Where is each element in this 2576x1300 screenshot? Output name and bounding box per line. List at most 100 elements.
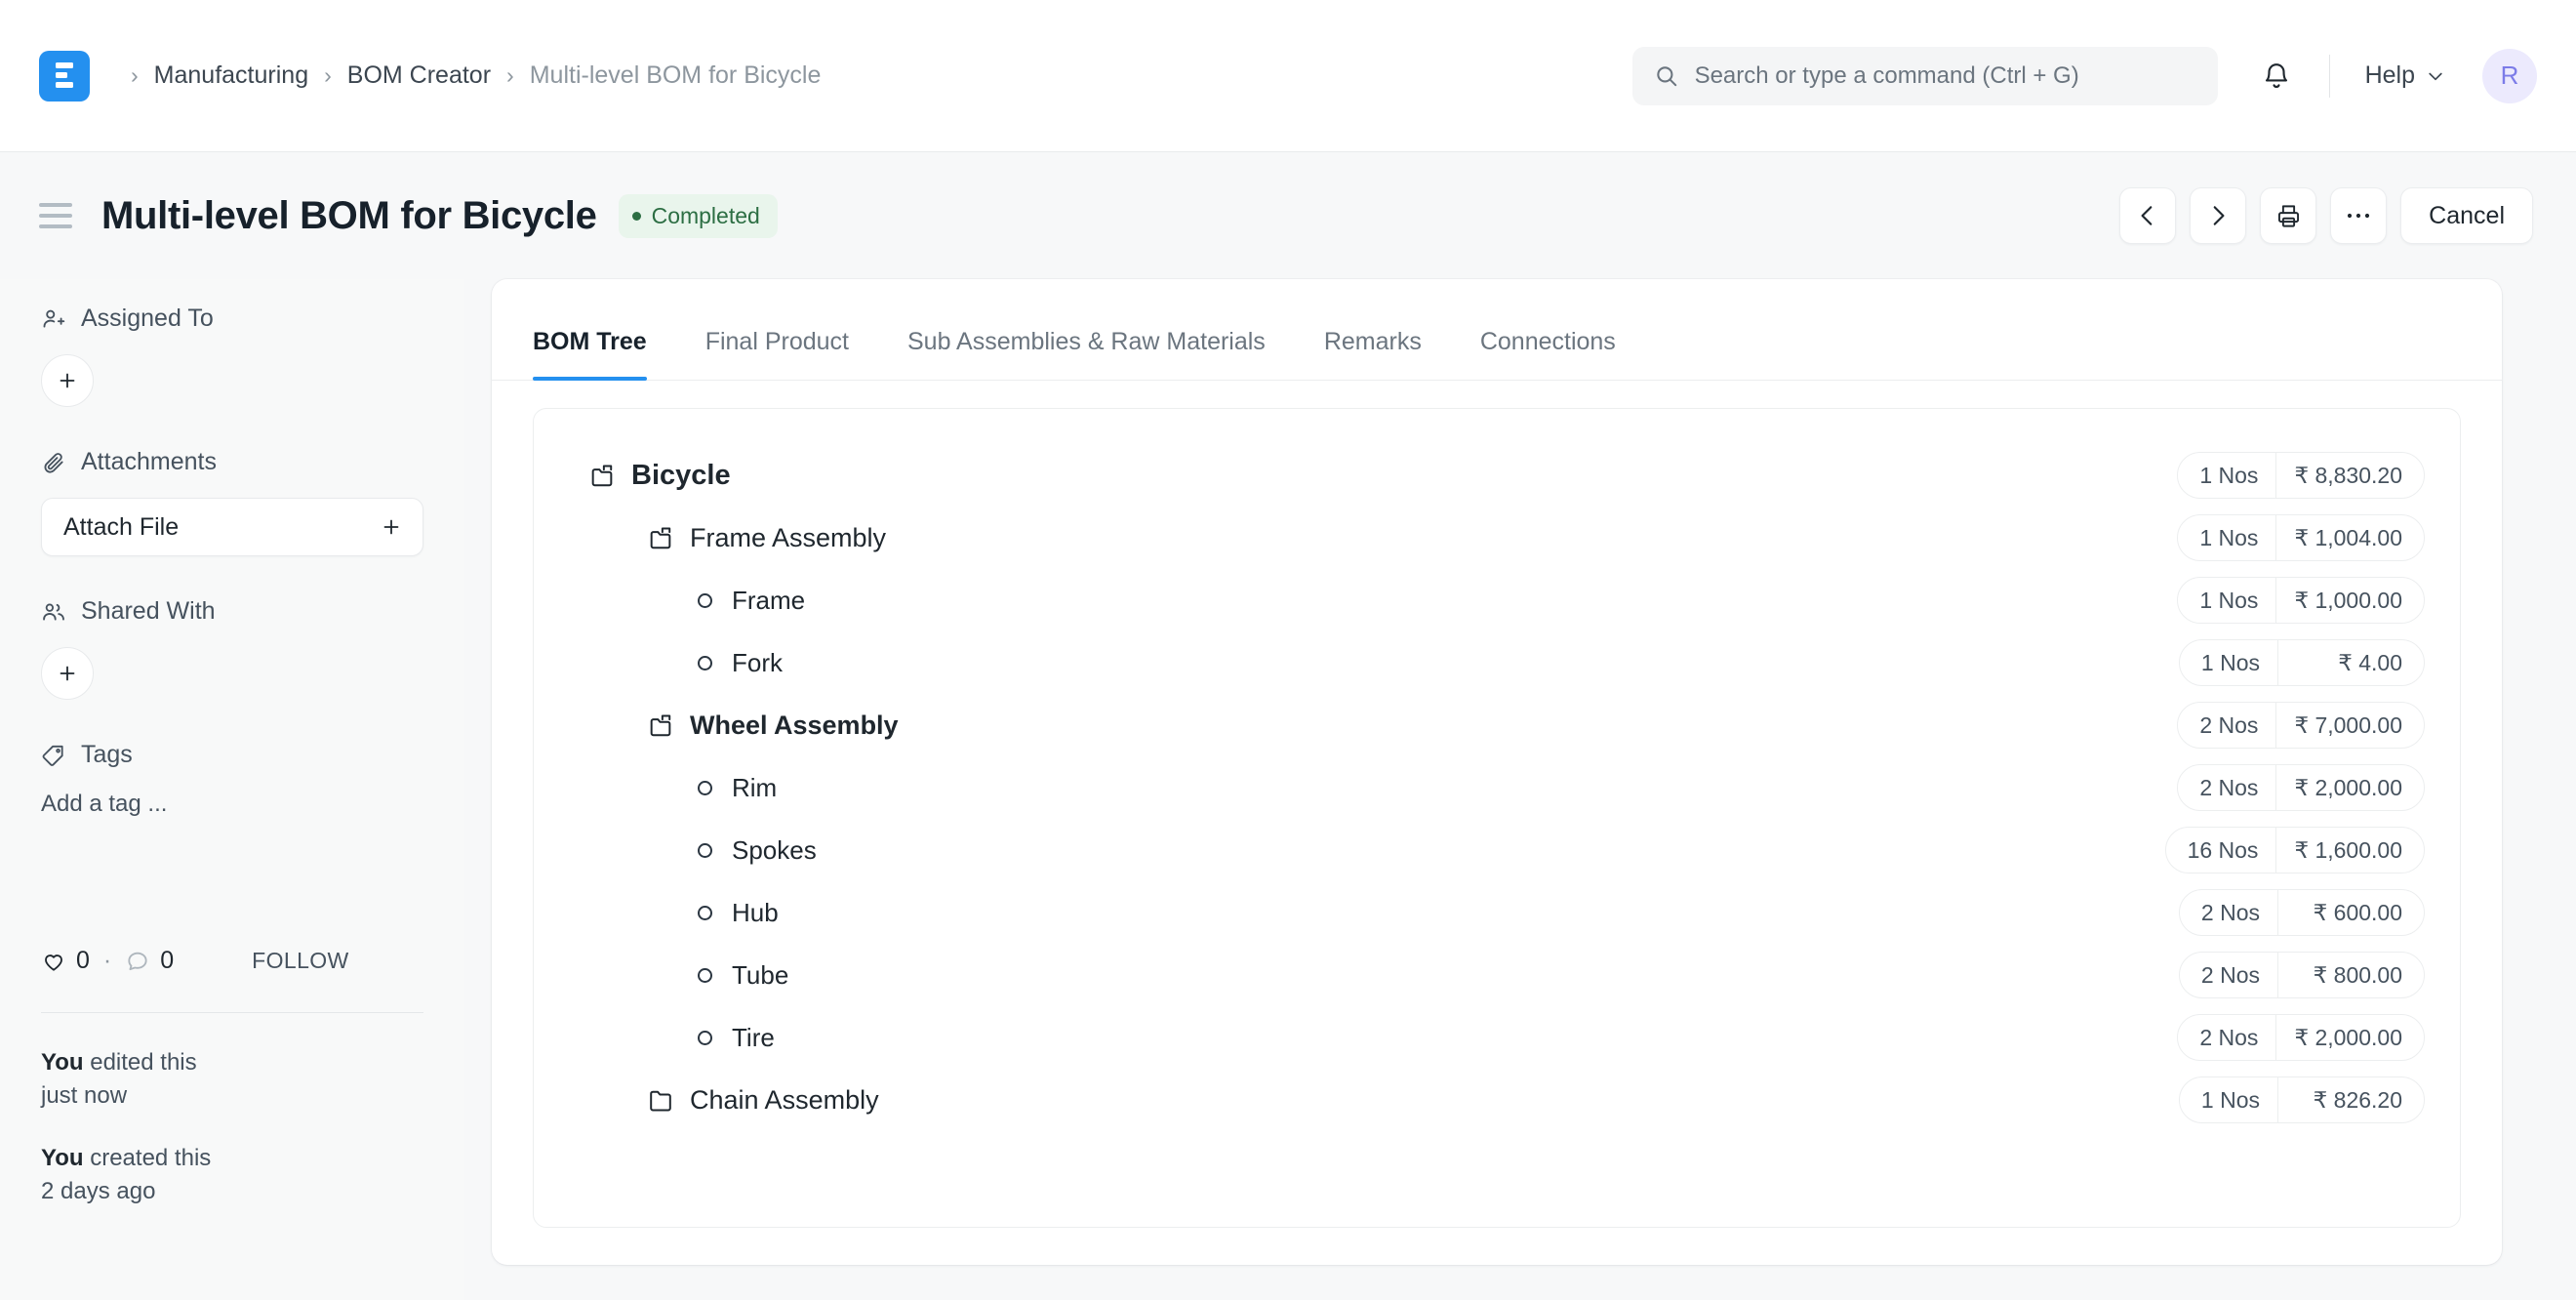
reaction-separator: · [103, 947, 111, 975]
bom-qty-value: 1 Nos [2180, 1077, 2277, 1122]
bom-tree-node-label: Spokes [732, 835, 817, 866]
user-plus-icon [41, 306, 66, 332]
next-document-button[interactable] [2190, 187, 2246, 244]
bom-tree-node[interactable]: Tire [698, 1023, 775, 1053]
circle-dot-icon [698, 968, 712, 983]
bom-rate-value: ₹ 1,000.00 [2275, 578, 2424, 623]
users-icon [41, 599, 66, 625]
tab-connections[interactable]: Connections [1451, 328, 1645, 380]
activity-actor: You [41, 1145, 84, 1171]
bom-rate-value: ₹ 600.00 [2277, 890, 2424, 935]
circle-dot-icon [698, 656, 712, 670]
activity-item-edited: You edited this just now [41, 1046, 423, 1113]
bom-tree-row[interactable]: Chain Assembly1 Nos₹ 826.20 [534, 1069, 2460, 1131]
plus-icon [56, 662, 79, 685]
tab-sub-assemblies-raw-materials[interactable]: Sub Assemblies & Raw Materials [878, 328, 1295, 380]
cancel-button[interactable]: Cancel [2400, 187, 2533, 244]
tab-final-product[interactable]: Final Product [676, 328, 878, 380]
bom-tree-node[interactable]: Frame [698, 586, 805, 616]
erpnext-logo-icon[interactable] [39, 51, 90, 102]
bom-qty-value: 1 Nos [2180, 640, 2277, 685]
bom-tree-row[interactable]: Rim2 Nos₹ 2,000.00 [534, 756, 2460, 819]
bom-tree-qty-rate-badge: 1 Nos₹ 8,830.20 [2177, 452, 2425, 499]
bom-tree-node[interactable]: Rim [698, 773, 777, 803]
print-button[interactable] [2260, 187, 2316, 244]
navbar-divider [2329, 55, 2330, 98]
add-share-button[interactable] [41, 647, 94, 700]
bom-tree-node[interactable]: Fork [698, 648, 783, 678]
tags-label: Tags [81, 741, 133, 769]
follow-button[interactable]: FOLLOW [252, 948, 349, 974]
like-button[interactable]: 0 [41, 947, 90, 975]
shared-with-heading: Shared With [41, 597, 423, 626]
bom-tree-row[interactable]: Frame1 Nos₹ 1,000.00 [534, 569, 2460, 631]
bom-rate-value: ₹ 4.00 [2277, 640, 2424, 685]
activity-item-created: You created this 2 days ago [41, 1142, 423, 1208]
comment-icon [125, 949, 150, 974]
hamburger-menu-icon[interactable] [39, 196, 78, 235]
bom-tree-qty-rate-badge: 16 Nos₹ 1,600.00 [2165, 827, 2425, 873]
folder-closed-icon [647, 1086, 674, 1114]
bom-tree-qty-rate-badge: 1 Nos₹ 4.00 [2179, 639, 2425, 686]
bom-rate-value: ₹ 8,830.20 [2275, 453, 2424, 498]
bom-rate-value: ₹ 1,004.00 [2275, 515, 2424, 560]
circle-dot-icon [698, 593, 712, 608]
comment-button[interactable]: 0 [125, 947, 174, 975]
bom-tree-node-label: Bicycle [631, 460, 731, 492]
breadcrumb-item-manufacturing[interactable]: Manufacturing [154, 61, 308, 90]
bom-tree-row[interactable]: Tire2 Nos₹ 2,000.00 [534, 1006, 2460, 1069]
bom-tree-row[interactable]: Fork 1 Nos₹ 4.00 [534, 631, 2460, 694]
circle-dot-icon [698, 1031, 712, 1045]
help-menu-button[interactable]: Help [2355, 54, 2455, 98]
breadcrumb-item-current: Multi-level BOM for Bicycle [530, 61, 822, 90]
attach-file-button[interactable]: Attach File [41, 498, 423, 556]
bom-tree-row[interactable]: Spokes 16 Nos₹ 1,600.00 [534, 819, 2460, 881]
status-badge: Completed [619, 194, 778, 238]
bom-tree-node-label: Rim [732, 773, 777, 803]
bom-tree-node[interactable]: Hub [698, 898, 779, 928]
add-assignment-button[interactable] [41, 354, 94, 407]
navbar-left: › Manufacturing › BOM Creator › Multi-le… [39, 51, 821, 102]
bom-tree-node[interactable]: Spokes [698, 835, 817, 866]
bom-tree-row[interactable]: Frame Assembly1 Nos₹ 1,004.00 [534, 507, 2460, 569]
plus-icon [380, 515, 403, 539]
bom-tree-node[interactable]: Tube [698, 960, 788, 991]
bom-tree-node[interactable]: Chain Assembly [647, 1085, 879, 1116]
bom-tree-row[interactable]: Hub2 Nos₹ 600.00 [534, 881, 2460, 944]
notifications-button[interactable] [2249, 49, 2304, 103]
search-input[interactable]: Search or type a command (Ctrl + G) [1632, 47, 2218, 105]
bom-tree-node[interactable]: Frame Assembly [647, 523, 886, 553]
previous-document-button[interactable] [2119, 187, 2176, 244]
tab-remarks[interactable]: Remarks [1295, 328, 1451, 380]
attach-file-label: Attach File [63, 513, 179, 542]
breadcrumb-item-bom-creator[interactable]: BOM Creator [347, 61, 491, 90]
help-label: Help [2365, 61, 2415, 90]
bom-tree-node[interactable]: Wheel Assembly [647, 711, 899, 741]
status-dot-icon [632, 212, 641, 221]
bom-tree-row[interactable]: Wheel Assembly 2 Nos₹ 7,000.00 [534, 694, 2460, 756]
sidebar: Assigned To Attachments Attach File [0, 279, 464, 1300]
heart-icon [41, 949, 66, 974]
printer-icon [2275, 203, 2302, 229]
chevron-down-icon [2426, 66, 2445, 86]
bom-tree-qty-rate-badge: 2 Nos₹ 7,000.00 [2177, 702, 2425, 749]
shared-with-label: Shared With [81, 597, 216, 626]
bom-tree-row[interactable]: Tube2 Nos₹ 800.00 [534, 944, 2460, 1006]
more-options-button[interactable] [2330, 187, 2387, 244]
add-tag-input[interactable]: Add a tag ... [41, 791, 423, 818]
avatar[interactable]: R [2482, 49, 2537, 103]
breadcrumb-separator: › [131, 64, 139, 87]
bom-qty-value: 2 Nos [2178, 765, 2275, 810]
circle-dot-icon [698, 843, 712, 858]
folder-open-icon [647, 711, 674, 739]
bom-tree-node-label: Fork [732, 648, 783, 678]
bom-tree-node[interactable]: Bicycle [588, 460, 731, 492]
folder-open-icon [647, 524, 674, 551]
paperclip-icon [41, 450, 66, 475]
bom-tree-row[interactable]: Bicycle 1 Nos₹ 8,830.20 [534, 444, 2460, 507]
status-badge-label: Completed [652, 203, 760, 229]
tab-bar: BOM Tree Final Product Sub Assemblies & … [492, 279, 2502, 381]
page-title: Multi-level BOM for Bicycle [101, 194, 597, 238]
top-navbar: › Manufacturing › BOM Creator › Multi-le… [0, 0, 2576, 152]
tab-bom-tree[interactable]: BOM Tree [533, 328, 676, 380]
